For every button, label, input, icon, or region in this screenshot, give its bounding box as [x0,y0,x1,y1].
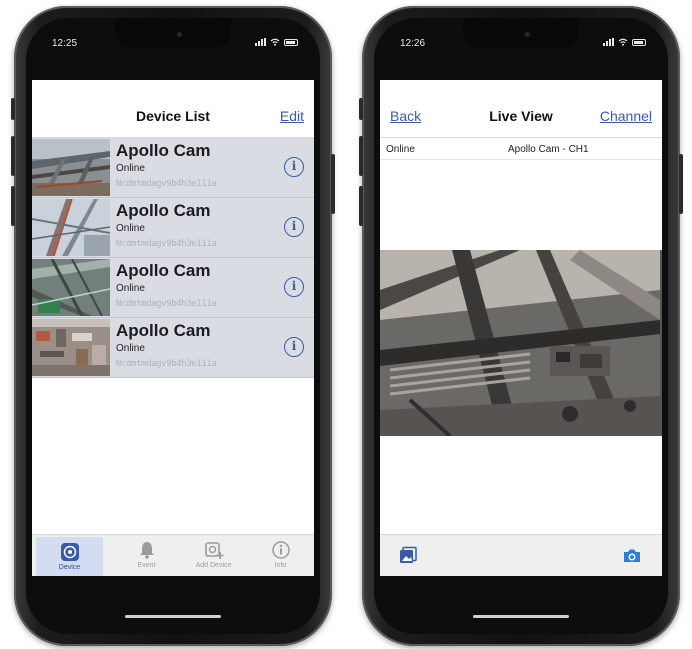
volume-up-button [11,136,15,176]
device-name: Apollo Cam [116,321,211,340]
status-icons [603,38,646,46]
battery-icon [632,39,646,46]
device-info-button[interactable]: i [284,217,304,237]
device-status: Online [116,343,145,354]
channel-button[interactable]: Channel [600,108,652,124]
live-view-toolbar [380,534,662,576]
construction-site-video-frame [380,250,660,436]
device-row[interactable]: Apollo Cam Online Ncdmtmdagv9b4h3e111a i [32,258,314,318]
device-name: Apollo Cam [116,201,211,220]
device-row[interactable]: Apollo Cam Online Ncdmtmdagv9b4h3e111a i [32,138,314,198]
phone-live-view: 12:26 Back Live View Channel Online Apol… [359,6,683,646]
volume-down-button [359,186,363,226]
camera-status: Online [386,144,415,155]
device-row[interactable]: Apollo Cam Online Ncdmtmdagv9b4h3e111a i [32,318,314,378]
info-icon: i [291,219,297,233]
device-info-button[interactable]: i [284,337,304,357]
device-id: Ncdmtmdagv9b4h3e111a [116,299,217,309]
status-icons [255,38,298,46]
front-camera [525,32,530,37]
notch [115,18,231,48]
device-status: Online [116,283,145,294]
device-row[interactable]: Apollo Cam Online Ncdmtmdagv9b4h3e111a i [32,198,314,258]
live-video-feed[interactable] [380,250,662,436]
device-name: Apollo Cam [116,141,211,160]
steel-beams-thumbnail [32,259,110,316]
live-view-screen: Back Live View Channel Online Apollo Cam… [380,80,662,576]
tab-label: Device [58,564,81,571]
device-status: Online [116,223,145,234]
phone-bezel: 12:26 Back Live View Channel Online Apol… [374,18,668,634]
phone-device-list: 12:25 Device List Edit Apollo Cam Online… [11,6,335,646]
info-icon: i [291,159,297,173]
add-device-icon [204,542,223,559]
status-time: 12:26 [400,38,426,49]
mute-switch [11,98,15,120]
info-icon [271,541,290,559]
device-list: Apollo Cam Online Ncdmtmdagv9b4h3e111a i [32,138,314,378]
power-button [331,154,335,214]
wifi-icon [270,38,280,46]
snapshot-gallery-icon[interactable] [398,546,418,566]
home-indicator [125,615,221,618]
info-icon: i [291,279,297,293]
power-button [679,154,683,214]
page-title: Device List [136,108,210,124]
tab-add-device[interactable]: Add Device [180,535,247,576]
wifi-icon [618,38,628,46]
navigation-bar: Device List Edit [32,80,314,138]
aerial-site-thumbnail [32,319,110,376]
tower-crane-thumbnail [32,199,110,256]
device-id: Ncdmtmdagv9b4h3e111a [116,239,217,249]
device-id: Ncdmtmdagv9b4h3e111a [116,359,217,369]
tab-label: Info [274,562,287,569]
tab-bar: Device Event Add Device Info [32,534,314,576]
volume-up-button [359,136,363,176]
tab-device[interactable]: Device [36,537,103,576]
device-id: Ncdmtmdagv9b4h3e111a [116,179,217,189]
phone-bezel: 12:25 Device List Edit Apollo Cam Online… [26,18,320,634]
edit-button[interactable]: Edit [280,108,304,124]
device-camera-icon [60,543,79,561]
status-bar: 12:26 [374,18,668,80]
construction-scaffold-thumbnail [32,139,110,196]
cellular-signal-icon [255,38,266,46]
front-camera [177,32,182,37]
camera-channel-name: Apollo Cam - CH1 [508,144,589,155]
device-info-button[interactable]: i [284,157,304,177]
device-info-button[interactable]: i [284,277,304,297]
tab-label: Event [137,562,156,569]
tab-event[interactable]: Event [113,535,180,576]
mute-switch [359,98,363,120]
camera-status-line: Online Apollo Cam - CH1 [380,138,662,160]
home-indicator [473,615,569,618]
notch [463,18,579,48]
navigation-bar: Back Live View Channel [380,80,662,138]
device-list-screen: Device List Edit Apollo Cam Online Ncdmt… [32,80,314,576]
tab-info[interactable]: Info [247,535,314,576]
info-icon: i [291,339,297,353]
status-bar: 12:25 [26,18,320,80]
bell-icon [139,542,154,559]
device-status: Online [116,163,145,174]
device-name: Apollo Cam [116,261,211,280]
camera-icon[interactable] [622,546,642,566]
volume-down-button [11,186,15,226]
cellular-signal-icon [603,38,614,46]
battery-icon [284,39,298,46]
status-time: 12:25 [52,38,78,49]
tab-label: Add Device [195,562,232,569]
